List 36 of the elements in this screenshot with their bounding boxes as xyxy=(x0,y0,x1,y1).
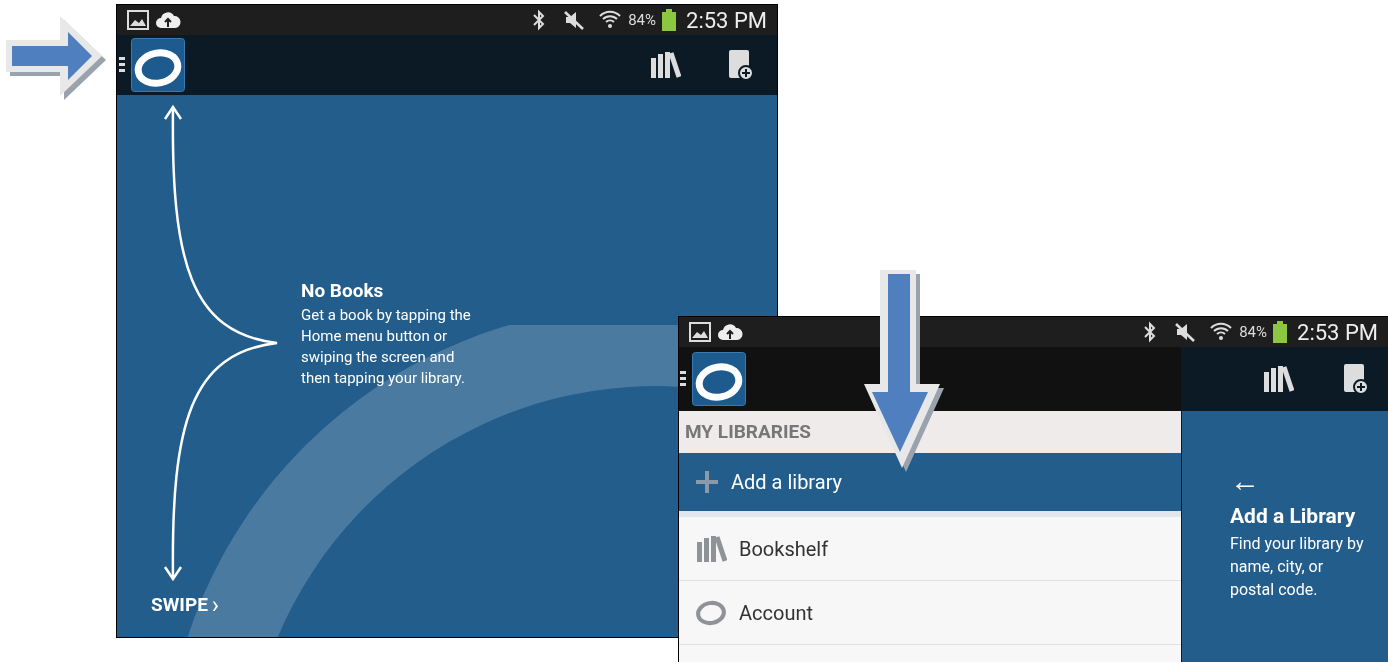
wifi-icon xyxy=(1209,321,1234,343)
down-arrow-icon xyxy=(862,268,946,474)
add-book-icon[interactable] xyxy=(1342,363,1370,395)
home-menu-button[interactable] xyxy=(131,38,185,92)
image-icon xyxy=(127,10,149,30)
bluetooth-icon xyxy=(1143,321,1158,343)
app-logo-icon xyxy=(692,352,746,406)
image-icon xyxy=(689,322,711,342)
cloud-upload-icon xyxy=(717,322,743,342)
drawer-heading: MY LIBRARIES xyxy=(679,411,1181,453)
plus-icon xyxy=(695,470,719,494)
bookshelf-icon[interactable] xyxy=(649,50,681,80)
add-book-icon[interactable] xyxy=(727,49,755,81)
bookshelf-icon[interactable] xyxy=(1262,364,1294,394)
drawer-item[interactable]: Add a library xyxy=(679,453,1181,517)
app-logo-icon xyxy=(131,38,185,92)
battery-percent: 84% xyxy=(1239,321,1268,343)
clock-time: 2:53 PM xyxy=(1297,318,1378,347)
empty-state-title: No Books xyxy=(301,279,385,303)
bookshelf-icon xyxy=(695,533,727,564)
menu-icon[interactable] xyxy=(680,369,686,389)
ring-icon xyxy=(695,599,727,626)
menu-icon[interactable] xyxy=(119,55,125,75)
battery-icon xyxy=(1273,321,1288,343)
battery-percent: 84% xyxy=(628,9,657,31)
swipe-hint[interactable]: SWIPE › xyxy=(151,591,220,620)
back-arrow: ← xyxy=(1230,467,1261,495)
home-menu-button[interactable] xyxy=(692,352,746,406)
bluetooth-icon xyxy=(532,9,547,31)
battery-icon xyxy=(662,9,677,31)
empty-state-message: Get a book by tapping the Home menu button or swiping the screen and then tapping your library. xyxy=(301,305,472,389)
panel-title: Add a Library xyxy=(1230,503,1357,529)
clock-time: 2:53 PM xyxy=(686,6,767,35)
panel-message: Find your library by name, city, or postal code. xyxy=(1230,533,1365,601)
wifi-icon xyxy=(598,9,623,31)
cloud-upload-icon xyxy=(155,10,181,30)
